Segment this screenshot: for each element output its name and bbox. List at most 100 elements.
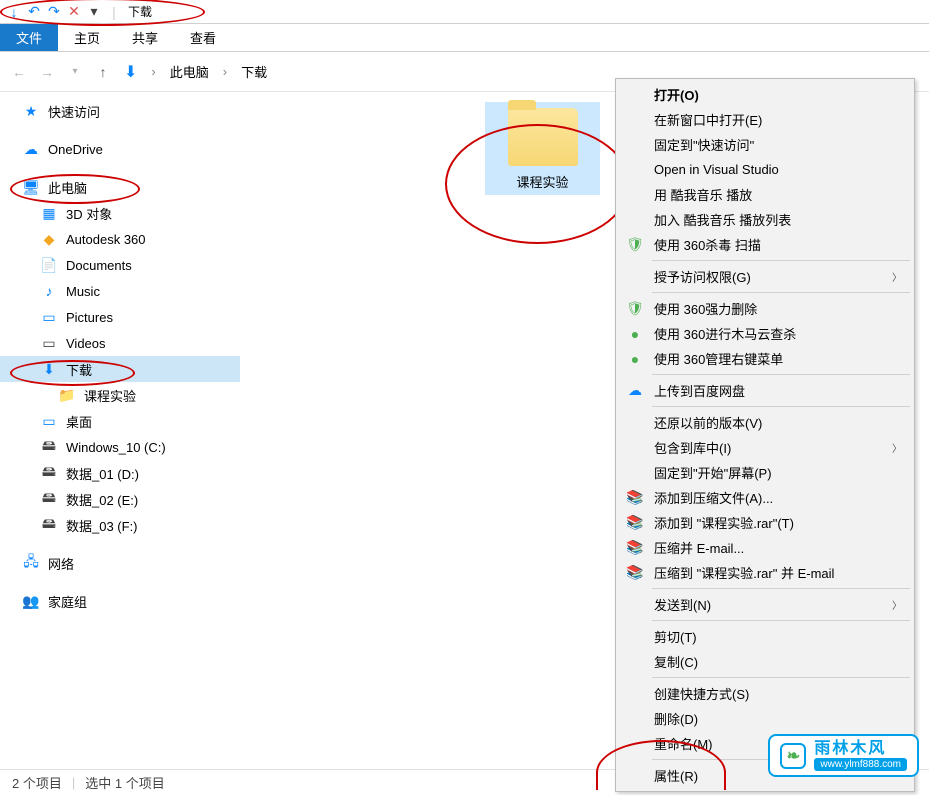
label: 加入 酷我音乐 播放列表 bbox=[654, 210, 791, 229]
ctx-scan-360[interactable]: 🛡使用 360杀毒 扫描 bbox=[618, 232, 912, 257]
ctx-open-vs[interactable]: Open in Visual Studio bbox=[618, 157, 912, 182]
chevron-right-icon: 〉 bbox=[892, 269, 902, 284]
folder-large-icon bbox=[508, 108, 578, 166]
sidebar-item-d-drive[interactable]: 🖴数据_01 (D:) bbox=[0, 460, 240, 486]
undo-icon[interactable]: ↶ bbox=[24, 3, 44, 20]
ctx-trojan-360[interactable]: ●使用 360进行木马云查杀 bbox=[618, 321, 912, 346]
circle-icon: ● bbox=[626, 351, 644, 367]
watermark-badge: ❧ 雨林木风 www.ylmf888.com bbox=[768, 734, 919, 777]
sidebar-item-e-drive[interactable]: 🖴数据_02 (E:) bbox=[0, 486, 240, 512]
folder-item-course[interactable]: 课程实验 bbox=[485, 102, 600, 195]
tab-home[interactable]: 主页 bbox=[58, 24, 116, 51]
sidebar-item-documents[interactable]: 📄Documents bbox=[0, 252, 240, 278]
label: 桌面 bbox=[66, 412, 92, 431]
ctx-grant-access[interactable]: 授予访问权限(G) 〉 bbox=[618, 264, 912, 289]
sidebar-item-downloads[interactable]: ⬇ 下载 bbox=[0, 356, 240, 382]
sidebar-item-f-drive[interactable]: 🖴数据_03 (F:) bbox=[0, 512, 240, 538]
drive-icon: 🖴 bbox=[40, 461, 58, 485]
breadcrumb-downloads[interactable]: 下载 bbox=[237, 62, 271, 81]
breadcrumb-thispc[interactable]: 此电脑 bbox=[166, 62, 213, 81]
ctx-open[interactable]: 打开(O) bbox=[618, 82, 912, 107]
label: 快速访问 bbox=[48, 102, 100, 121]
dropdown-icon[interactable]: ▾ bbox=[84, 3, 104, 20]
label: 授予访问权限(G) bbox=[654, 267, 751, 286]
ctx-baidu-upload[interactable]: ☁上传到百度网盘 bbox=[618, 378, 912, 403]
ctx-manage-360[interactable]: ●使用 360管理右键菜单 bbox=[618, 346, 912, 371]
ctx-play-kuwo[interactable]: 用 酷我音乐 播放 bbox=[618, 182, 912, 207]
sidebar-item-c-drive[interactable]: 🖴Windows_10 (C:) bbox=[0, 434, 240, 460]
sidebar-item-autodesk[interactable]: ◆Autodesk 360 bbox=[0, 226, 240, 252]
label: 使用 360杀毒 扫描 bbox=[654, 235, 761, 254]
label: 复制(C) bbox=[654, 652, 698, 671]
nav-recent-icon[interactable]: ▾ bbox=[64, 66, 86, 77]
sidebar-item-network[interactable]: 🖧网络 bbox=[0, 550, 240, 576]
label: 下载 bbox=[66, 360, 92, 379]
chevron-right-icon: 〉 bbox=[892, 597, 902, 612]
label: 添加到 "课程实验.rar"(T) bbox=[654, 513, 794, 532]
ctx-force-delete-360[interactable]: 🛡使用 360强力删除 bbox=[618, 296, 912, 321]
ctx-pin-quick[interactable]: 固定到"快速访问" bbox=[618, 132, 912, 157]
cube-icon: ▦ bbox=[40, 205, 58, 222]
label: Pictures bbox=[66, 310, 113, 325]
ctx-compress-email[interactable]: 📚压缩并 E-mail... bbox=[618, 535, 912, 560]
nav-back-icon[interactable]: ← bbox=[8, 64, 30, 80]
cloud-icon: ☁ bbox=[22, 141, 40, 158]
ctx-send-to[interactable]: 发送到(N)〉 bbox=[618, 592, 912, 617]
label: 使用 360强力删除 bbox=[654, 299, 757, 318]
music-icon: ♪ bbox=[40, 283, 58, 299]
sidebar-item-quick-access[interactable]: ★快速访问 bbox=[0, 98, 240, 124]
ctx-include-library[interactable]: 包含到库中(I)〉 bbox=[618, 435, 912, 460]
picture-icon: ▭ bbox=[40, 309, 58, 326]
label: Music bbox=[66, 284, 100, 299]
folder-icon: 📁 bbox=[58, 387, 76, 404]
ctx-compress-rar-email[interactable]: 📚压缩到 "课程实验.rar" 并 E-mail bbox=[618, 560, 912, 585]
ctx-copy[interactable]: 复制(C) bbox=[618, 649, 912, 674]
label: 创建快捷方式(S) bbox=[654, 684, 749, 703]
tab-view[interactable]: 查看 bbox=[174, 24, 232, 51]
ctx-restore-versions[interactable]: 还原以前的版本(V) bbox=[618, 410, 912, 435]
sidebar-item-music[interactable]: ♪ Music bbox=[0, 278, 240, 304]
label: 重命名(M) bbox=[654, 734, 713, 753]
watermark-title: 雨林木风 bbox=[814, 740, 907, 758]
ctx-separator bbox=[652, 292, 910, 293]
sidebar-item-3d[interactable]: ▦3D 对象 bbox=[0, 200, 240, 226]
ctx-delete[interactable]: 删除(D) bbox=[618, 706, 912, 731]
tab-share[interactable]: 共享 bbox=[116, 24, 174, 51]
chevron-right-icon: 〉 bbox=[892, 440, 902, 455]
label: Open in Visual Studio bbox=[654, 162, 779, 177]
ctx-open-new-window[interactable]: 在新窗口中打开(E) bbox=[618, 107, 912, 132]
desktop-icon: ▭ bbox=[40, 413, 58, 430]
label: 压缩并 E-mail... bbox=[654, 538, 744, 557]
ctx-separator bbox=[652, 677, 910, 678]
sidebar-item-desktop[interactable]: ▭ 桌面 bbox=[0, 408, 240, 434]
close-red-icon[interactable]: ✕ bbox=[64, 3, 84, 20]
download-icon: ⬇ bbox=[40, 361, 58, 378]
nav-forward-icon[interactable]: → bbox=[36, 64, 58, 80]
sidebar-item-onedrive[interactable]: ☁OneDrive bbox=[0, 136, 240, 162]
ctx-separator bbox=[652, 260, 910, 261]
label: 添加到压缩文件(A)... bbox=[654, 488, 773, 507]
watermark-url: www.ylmf888.com bbox=[814, 758, 907, 771]
ctx-cut[interactable]: 剪切(T) bbox=[618, 624, 912, 649]
label: 压缩到 "课程实验.rar" 并 E-mail bbox=[654, 563, 834, 582]
tab-file[interactable]: 文件 bbox=[0, 24, 58, 51]
sidebar-item-homegroup[interactable]: 👥家庭组 bbox=[0, 588, 240, 614]
ctx-create-shortcut[interactable]: 创建快捷方式(S) bbox=[618, 681, 912, 706]
label: Documents bbox=[66, 258, 132, 273]
label: 属性(R) bbox=[654, 766, 698, 785]
title-bar: ↓ ↶ ↷ ✕ ▾ | 下载 bbox=[0, 0, 929, 24]
nav-up-icon[interactable]: ↑ bbox=[92, 64, 114, 80]
ctx-add-kuwo[interactable]: 加入 酷我音乐 播放列表 bbox=[618, 207, 912, 232]
drive-icon: 🖴 bbox=[40, 513, 58, 537]
homegroup-icon: 👥 bbox=[22, 593, 40, 610]
drive-icon: 🖴 bbox=[40, 487, 58, 511]
ctx-pin-start[interactable]: 固定到"开始"屏幕(P) bbox=[618, 460, 912, 485]
redo-icon[interactable]: ↷ bbox=[44, 3, 64, 20]
label: Windows_10 (C:) bbox=[66, 440, 166, 455]
sidebar-item-course[interactable]: 📁课程实验 bbox=[0, 382, 240, 408]
ctx-add-rar[interactable]: 📚添加到 "课程实验.rar"(T) bbox=[618, 510, 912, 535]
sidebar-item-pictures[interactable]: ▭ Pictures bbox=[0, 304, 240, 330]
sidebar-item-videos[interactable]: ▭Videos bbox=[0, 330, 240, 356]
sidebar-item-thispc[interactable]: 🖥此电脑 bbox=[0, 174, 240, 200]
ctx-add-archive[interactable]: 📚添加到压缩文件(A)... bbox=[618, 485, 912, 510]
